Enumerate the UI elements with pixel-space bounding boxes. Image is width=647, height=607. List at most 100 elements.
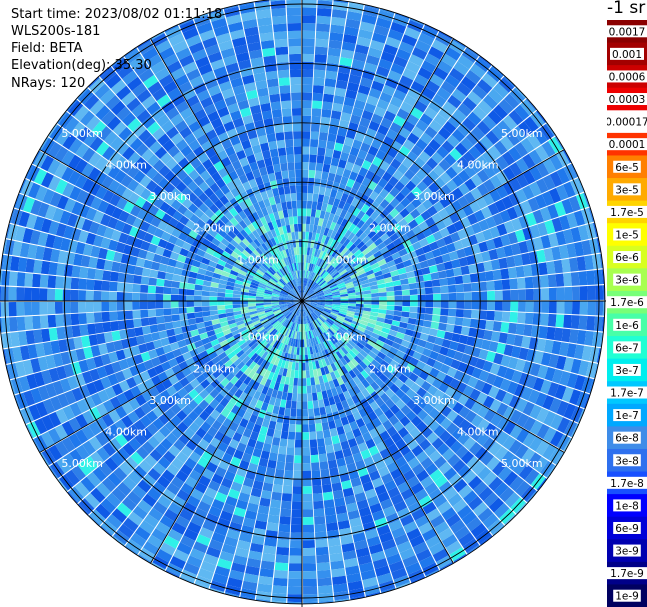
ray-gate — [232, 293, 241, 298]
ray-gate — [469, 318, 479, 329]
ray-gate — [416, 313, 425, 320]
ray-gate — [195, 278, 204, 286]
ray-gate — [433, 301, 441, 308]
ray-gate — [272, 23, 287, 33]
ray-gate — [217, 288, 226, 293]
ray-gate — [312, 485, 323, 494]
ray-gate — [265, 529, 278, 540]
ray-gate — [500, 321, 510, 333]
ray-gate — [571, 286, 580, 301]
ray-gate — [329, 467, 339, 477]
ray-gate — [307, 185, 314, 194]
ray-gate — [94, 322, 104, 334]
ray-gate — [280, 92, 291, 102]
ray-gate — [78, 301, 87, 313]
ray-gate — [186, 295, 195, 301]
ray-gate — [556, 301, 565, 314]
ray-gate — [31, 287, 40, 301]
ray-gate — [314, 178, 321, 187]
ray-gate — [532, 275, 542, 289]
ray-gate — [287, 439, 295, 448]
ray-gate — [186, 312, 196, 320]
ray-gate — [126, 328, 136, 338]
ray-gate — [294, 154, 302, 163]
ray-gate — [330, 110, 342, 120]
ray-gate — [327, 133, 337, 143]
ray-gate — [266, 427, 275, 437]
ray-gate — [507, 267, 517, 279]
ray-gate — [217, 296, 225, 301]
ray-gate — [492, 321, 502, 332]
ray-gate — [306, 200, 313, 209]
ray-gate — [363, 304, 372, 309]
ray-gate — [265, 125, 275, 135]
ray-gate — [517, 312, 526, 324]
ray-gate — [284, 407, 291, 417]
ray-gate — [453, 267, 463, 277]
ray-gate — [302, 470, 312, 479]
ray-gate — [328, 545, 342, 555]
ray-gate — [428, 265, 438, 274]
ray-gate — [422, 320, 432, 328]
ray-gate — [194, 284, 203, 291]
ray-gate — [291, 92, 302, 101]
ray-gate — [302, 84, 313, 93]
ray-gate — [445, 268, 455, 278]
ray-gate — [386, 305, 395, 311]
ray-gate — [292, 208, 298, 217]
ray-gate — [386, 301, 395, 306]
ray-gate — [287, 208, 293, 218]
ray-gate — [79, 324, 89, 337]
ray-gate — [328, 420, 336, 430]
ray-gate — [149, 269, 159, 279]
ray-gate — [8, 271, 18, 287]
ray-gate — [316, 15, 331, 25]
ray-gate — [186, 283, 196, 290]
ray-gate — [306, 385, 312, 394]
ray-gate — [320, 414, 328, 423]
ray-gate — [400, 278, 409, 285]
ray-gate — [363, 297, 372, 301]
ray-gate — [276, 179, 284, 188]
ray-gate — [328, 125, 339, 135]
ray-gate — [281, 108, 292, 117]
ray-gate — [240, 301, 249, 305]
ray-gate — [86, 312, 95, 324]
ray-gate — [224, 297, 233, 301]
ray-gate — [287, 30, 302, 39]
ray-gate — [193, 295, 202, 301]
ray-gate — [302, 401, 308, 410]
range-label: 3.00km — [413, 394, 455, 407]
range-label: 4.00km — [105, 158, 147, 171]
colorbar-label: 3e-7 — [615, 365, 639, 377]
ray-gate — [277, 69, 290, 79]
ray-gate — [579, 301, 588, 315]
ray-gate — [54, 288, 63, 301]
ray-gate — [285, 454, 294, 463]
ray-gate — [302, 192, 308, 201]
ray-gate — [302, 509, 314, 518]
ray-gate — [273, 569, 288, 579]
ray-gate — [462, 317, 471, 327]
ray-gate — [124, 310, 134, 320]
ray-gate — [173, 267, 183, 276]
ray-gate — [272, 484, 283, 493]
ray-gate — [327, 537, 341, 547]
ray-gate — [85, 290, 94, 301]
ray-gate — [155, 301, 164, 309]
ray-gate — [264, 537, 277, 547]
ray-gate — [224, 304, 233, 310]
ray-gate — [71, 265, 81, 278]
colorbar-label: 1.7e-5 — [610, 207, 644, 219]
ray-gate — [313, 69, 326, 79]
ray-gate — [271, 491, 282, 501]
ray-gate — [273, 577, 288, 587]
ray-gate — [290, 193, 297, 202]
ray-gate — [280, 500, 292, 510]
ray-gate — [309, 154, 317, 163]
ray-gate — [533, 288, 542, 301]
ray-gate — [302, 354, 306, 363]
ray-gate — [327, 172, 336, 182]
ray-gate — [86, 267, 96, 280]
ray-gate — [324, 506, 336, 516]
